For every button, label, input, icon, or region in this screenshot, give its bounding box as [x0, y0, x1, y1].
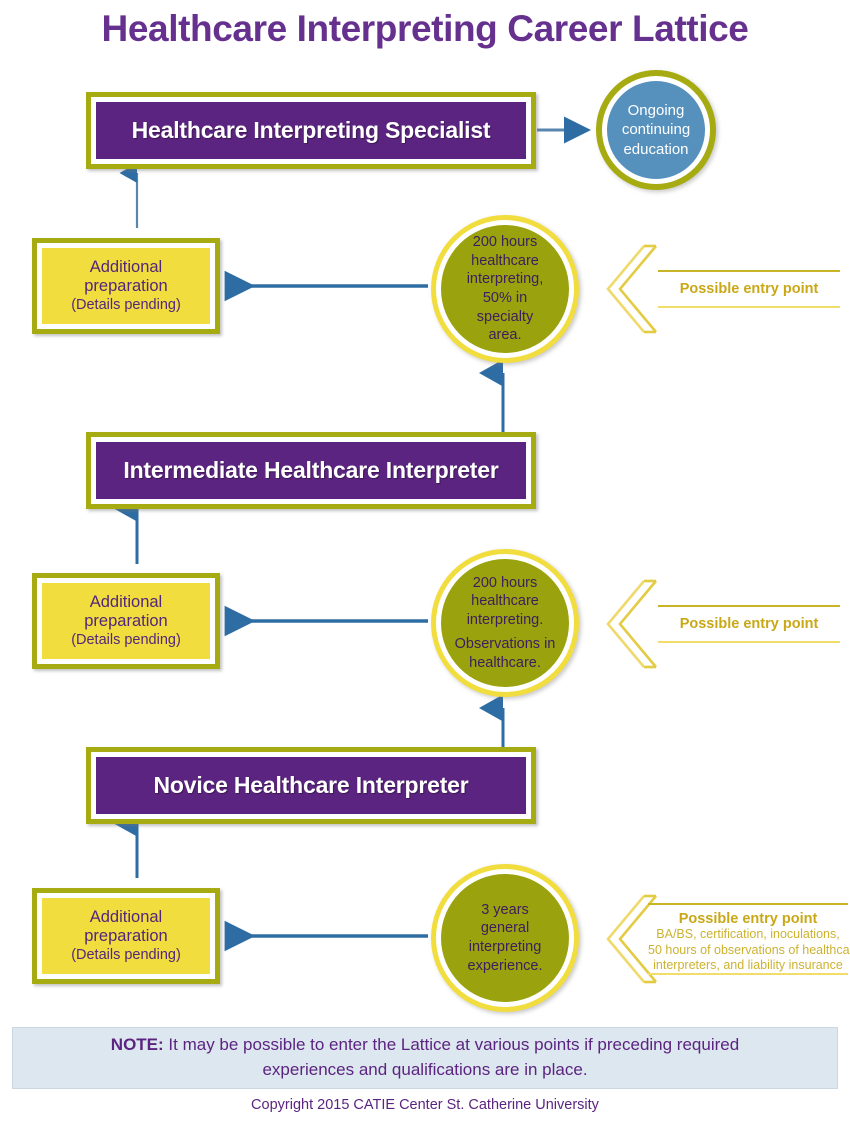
preparation-box-top-line1: Additional [89, 257, 163, 276]
requirement-circle-middle[interactable]: 200 hours healthcare interpreting. Obser… [431, 549, 579, 697]
requirement-circle-middle-line1: 200 hours [472, 574, 538, 591]
preparation-box-top-line3: (Details pending) [71, 297, 181, 314]
requirement-circle-middle-inner: 200 hours healthcare interpreting. Obser… [441, 559, 569, 687]
preparation-box-middle-line1: Additional [89, 592, 163, 611]
requirement-circle-middle-line4: Observations in [454, 636, 556, 653]
requirement-circle-top-line2: healthcare [471, 252, 539, 269]
requirement-circle-middle-line3: interpreting. [466, 611, 544, 628]
level-box-intermediate-label: Intermediate Healthcare Interpreter [123, 457, 499, 483]
continuing-education-line3: education [623, 140, 689, 158]
requirement-circle-top[interactable]: 200 hours healthcare interpreting, 50% i… [431, 215, 579, 363]
preparation-box-middle-inner: Additional preparation (Details pending) [42, 583, 210, 659]
continuing-education-text: Ongoing continuing education [606, 101, 706, 160]
continuing-education-circle[interactable]: Ongoing continuing education [596, 70, 716, 190]
continuing-education-line1: Ongoing [627, 101, 685, 119]
preparation-box-middle[interactable]: Additional preparation (Details pending) [32, 573, 220, 669]
note-box: NOTE: It may be possible to enter the La… [12, 1027, 838, 1089]
requirement-circle-top-line1: 200 hours [472, 234, 538, 251]
note-prefix: NOTE: [110, 1035, 164, 1055]
preparation-box-bottom[interactable]: Additional preparation (Details pending) [32, 888, 220, 984]
entry-point-bottom-detail-3: interpreters, and liability insurance [653, 958, 843, 972]
continuing-education-line2: continuing [621, 121, 691, 139]
preparation-box-middle-line2: preparation [84, 612, 168, 631]
requirement-circle-middle-line5: healthcare. [469, 654, 541, 671]
requirement-circle-bottom-line4: experience. [467, 957, 543, 974]
level-box-novice-inner: Novice Healthcare Interpreter [96, 757, 526, 814]
preparation-box-bottom-line3: (Details pending) [71, 947, 181, 964]
copyright-text: Copyright 2015 CATIE Center St. Catherin… [251, 1097, 599, 1113]
career-lattice-diagram: Healthcare Interpreting Career Lattice H… [0, 0, 850, 1122]
level-box-specialist[interactable]: Healthcare Interpreting Specialist [86, 92, 536, 169]
preparation-box-top-line2: preparation [84, 277, 168, 296]
preparation-box-bottom-line1: Additional [89, 907, 163, 926]
entry-point-bottom-title: Possible entry point [678, 911, 818, 927]
requirement-circle-top-line5: area. [488, 327, 522, 344]
entry-point-bottom-detail-2: 50 hours of observations of healthcare [648, 942, 850, 957]
entry-point-top-title: Possible entry point [679, 281, 819, 297]
requirement-circle-bottom-inner: 3 years general interpreting experience. [441, 874, 569, 1002]
requirement-circle-bottom-line2: general [480, 920, 530, 937]
level-box-novice[interactable]: Novice Healthcare Interpreter [86, 747, 536, 824]
level-box-intermediate-inner: Intermediate Healthcare Interpreter [96, 442, 526, 499]
preparation-box-bottom-line2: preparation [84, 927, 168, 946]
requirement-circle-top-line3: interpreting, [466, 271, 544, 288]
requirement-circle-top-inner: 200 hours healthcare interpreting, 50% i… [441, 225, 569, 353]
note-body: It may be possible to enter the Lattice … [163, 1035, 740, 1079]
preparation-box-bottom-inner: Additional preparation (Details pending) [42, 898, 210, 974]
level-box-specialist-inner: Healthcare Interpreting Specialist [96, 102, 526, 159]
preparation-box-top-inner: Additional preparation (Details pending) [42, 248, 210, 324]
continuing-education-circle-inner: Ongoing continuing education [607, 81, 705, 179]
requirement-circle-bottom-line3: interpreting [468, 939, 542, 955]
note-text: NOTE: It may be possible to enter the La… [13, 1033, 837, 1082]
entry-point-top[interactable]: Possible entry point [600, 243, 840, 335]
requirement-circle-bottom-line1: 3 years [481, 901, 529, 918]
level-box-intermediate[interactable]: Intermediate Healthcare Interpreter [86, 432, 536, 509]
preparation-box-top[interactable]: Additional preparation (Details pending) [32, 238, 220, 334]
entry-point-bottom[interactable]: Possible entry point BA/BS, certificatio… [600, 893, 850, 985]
preparation-box-middle-line3: (Details pending) [71, 632, 181, 649]
entry-point-bottom-band: Possible entry point BA/BS, certificatio… [648, 903, 850, 975]
requirement-circle-bottom[interactable]: 3 years general interpreting experience. [431, 864, 579, 1012]
entry-point-middle-title: Possible entry point [679, 616, 819, 632]
requirement-circle-middle-line2: healthcare [471, 593, 539, 610]
level-box-novice-label: Novice Healthcare Interpreter [153, 772, 469, 798]
entry-point-middle[interactable]: Possible entry point [600, 578, 840, 670]
entry-point-middle-band: Possible entry point [658, 605, 840, 643]
entry-point-bottom-detail-1: BA/BS, certification, inoculations, [656, 927, 840, 941]
requirement-circle-top-line4: 50% in specialty [476, 290, 534, 325]
level-box-specialist-label: Healthcare Interpreting Specialist [131, 117, 491, 143]
entry-point-top-band: Possible entry point [658, 270, 840, 308]
